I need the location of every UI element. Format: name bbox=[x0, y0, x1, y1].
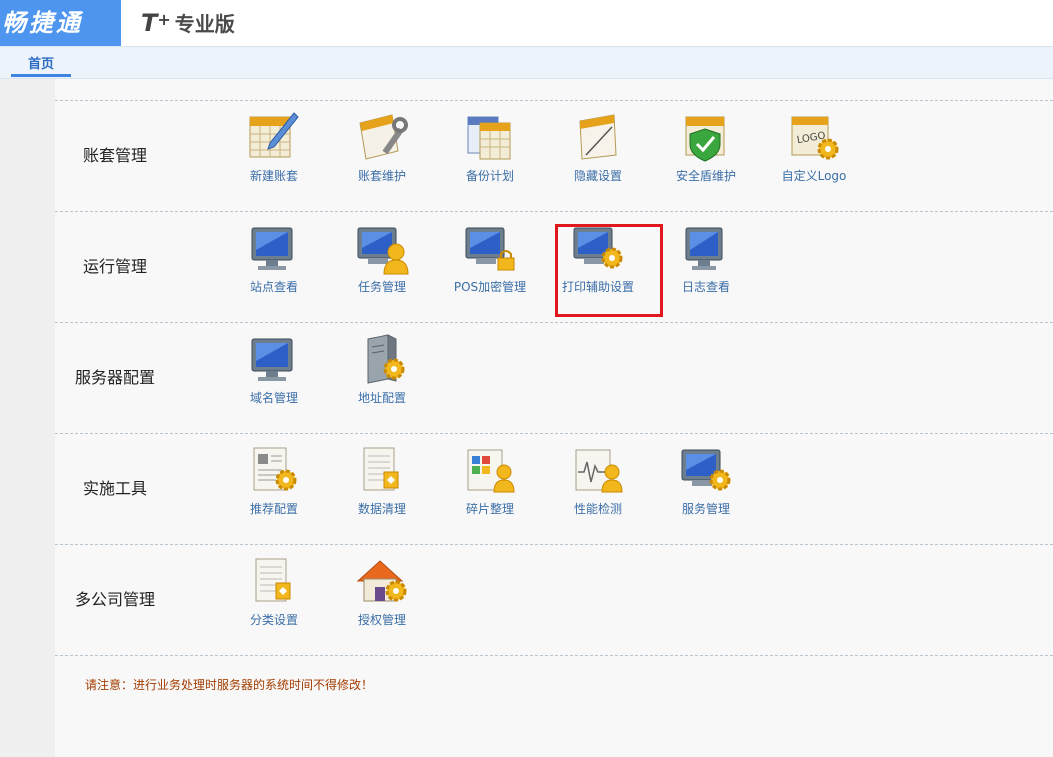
item-category-settings[interactable]: 分类设置 bbox=[231, 553, 317, 643]
data-clean-icon bbox=[363, 447, 399, 491]
section-server-config: 服务器配置 域名管理 地址配置 bbox=[55, 322, 1053, 433]
domain-manage-icon bbox=[251, 338, 293, 381]
app-header: 畅捷通 T+ 专业版 bbox=[0, 0, 1053, 46]
item-label: 日志查看 bbox=[681, 280, 730, 294]
log-view-icon bbox=[685, 227, 723, 270]
item-pos-encrypt[interactable]: POS加密管理 bbox=[447, 220, 533, 310]
item-task-manage[interactable]: 任务管理 bbox=[339, 220, 425, 310]
item-hide-settings[interactable]: 隐藏设置 bbox=[555, 109, 641, 199]
product-logo: T+ 专业版 bbox=[141, 8, 235, 38]
item-label: 地址配置 bbox=[357, 391, 406, 405]
authorization-icon bbox=[356, 560, 407, 602]
section-label: 服务器配置 bbox=[74, 368, 155, 387]
category-settings-icon bbox=[255, 558, 291, 602]
item-domain-manage[interactable]: 域名管理 bbox=[231, 331, 317, 421]
item-label: 推荐配置 bbox=[249, 502, 298, 516]
main-content: 账套管理 新建账套 账套维护 备份计划 隐藏设置 安全盾维护 LOGO 自定义L… bbox=[55, 79, 1053, 757]
item-label: 性能检测 bbox=[573, 502, 622, 516]
item-label: 站点查看 bbox=[249, 280, 298, 294]
item-label: 分类设置 bbox=[249, 613, 298, 627]
item-label: 账套维护 bbox=[357, 169, 406, 183]
left-gutter bbox=[0, 79, 55, 757]
section-runtime-management: 运行管理 站点查看 任务管理 POS加密管理 打印辅助设置 日志查看 bbox=[55, 211, 1053, 322]
brand-logo: 畅捷通 bbox=[0, 0, 121, 46]
item-defrag[interactable]: 碎片整理 bbox=[447, 442, 533, 532]
account-maintain-icon bbox=[359, 114, 408, 160]
section-label: 实施工具 bbox=[82, 479, 147, 498]
item-label: 隐藏设置 bbox=[573, 169, 622, 183]
pos-encrypt-icon bbox=[465, 227, 515, 271]
item-label: 服务管理 bbox=[681, 502, 730, 516]
item-new-account[interactable]: 新建账套 bbox=[231, 109, 317, 199]
item-authorization[interactable]: 授权管理 bbox=[339, 553, 425, 643]
section-multi-company: 多公司管理 分类设置 授权管理 bbox=[55, 544, 1053, 655]
section-implementation-tools: 实施工具 推荐配置 数据清理 碎片整理 性能检测 服务管理 bbox=[55, 433, 1053, 544]
item-label: 碎片整理 bbox=[465, 502, 514, 516]
tab-bar: 首页 bbox=[0, 46, 1053, 79]
item-account-maintain[interactable]: 账套维护 bbox=[339, 109, 425, 199]
tab-home[interactable]: 首页 bbox=[11, 55, 71, 77]
custom-logo-icon: LOGO bbox=[791, 116, 839, 160]
product-logo-t: T bbox=[141, 9, 158, 37]
item-label: 安全盾维护 bbox=[675, 169, 736, 183]
section-label: 多公司管理 bbox=[74, 590, 155, 609]
recommend-config-icon bbox=[253, 447, 297, 491]
item-service-manage[interactable]: 服务管理 bbox=[663, 442, 749, 532]
backup-plan-icon bbox=[467, 116, 511, 160]
item-log-view[interactable]: 日志查看 bbox=[663, 220, 749, 310]
item-custom-logo[interactable]: LOGO 自定义Logo bbox=[771, 109, 857, 199]
item-label: 备份计划 bbox=[465, 169, 514, 183]
security-shield-icon bbox=[685, 116, 725, 162]
new-account-icon bbox=[249, 112, 299, 158]
notice-text: 请注意：进行业务处理时服务器的系统时间不得修改！ bbox=[85, 678, 374, 692]
item-label: 新建账套 bbox=[249, 169, 298, 183]
item-data-clean[interactable]: 数据清理 bbox=[339, 442, 425, 532]
section-label: 账套管理 bbox=[82, 146, 147, 165]
item-backup-plan[interactable]: 备份计划 bbox=[447, 109, 533, 199]
address-config-icon bbox=[367, 334, 405, 384]
performance-icon bbox=[575, 449, 623, 493]
item-address-config[interactable]: 地址配置 bbox=[339, 331, 425, 421]
site-view-icon bbox=[251, 227, 293, 270]
product-edition: 专业版 bbox=[174, 12, 235, 36]
item-label: POS加密管理 bbox=[453, 280, 527, 294]
item-performance[interactable]: 性能检测 bbox=[555, 442, 641, 532]
section-label: 运行管理 bbox=[82, 257, 147, 276]
product-logo-plus: + bbox=[157, 10, 171, 29]
section-divider bbox=[55, 655, 1053, 656]
service-manage-icon bbox=[681, 449, 731, 491]
item-recommend-config[interactable]: 推荐配置 bbox=[231, 442, 317, 532]
item-label: 数据清理 bbox=[357, 502, 406, 516]
task-manage-icon bbox=[357, 227, 409, 275]
hide-settings-icon bbox=[579, 114, 617, 160]
defrag-icon bbox=[467, 449, 515, 493]
item-security-shield[interactable]: 安全盾维护 bbox=[663, 109, 749, 199]
item-label: 授权管理 bbox=[357, 613, 406, 627]
item-site-view[interactable]: 站点查看 bbox=[231, 220, 317, 310]
item-label: 任务管理 bbox=[357, 280, 406, 294]
item-label: 域名管理 bbox=[249, 391, 298, 405]
highlight-box bbox=[555, 224, 663, 317]
section-account-management: 账套管理 新建账套 账套维护 备份计划 隐藏设置 安全盾维护 LOGO 自定义L… bbox=[55, 100, 1053, 211]
item-label: 自定义Logo bbox=[781, 169, 847, 183]
